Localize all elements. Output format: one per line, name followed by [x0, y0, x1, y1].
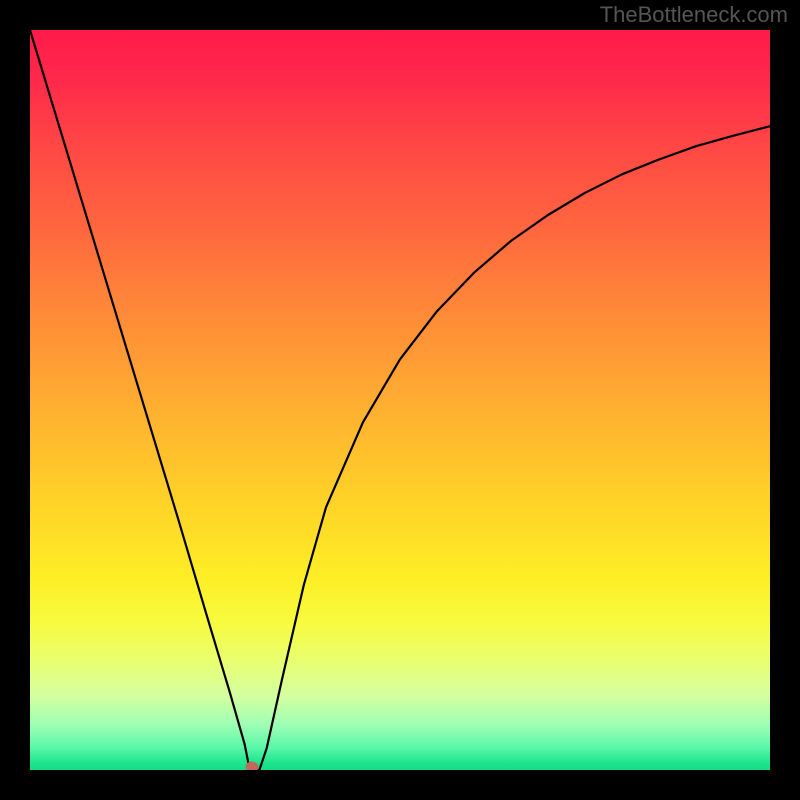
chart-frame: TheBottleneck.com	[0, 0, 800, 800]
minimum-marker	[246, 762, 258, 770]
plot-area	[30, 30, 770, 770]
watermark-text: TheBottleneck.com	[600, 2, 788, 28]
curve-line	[30, 30, 770, 770]
curve-svg	[30, 30, 770, 770]
